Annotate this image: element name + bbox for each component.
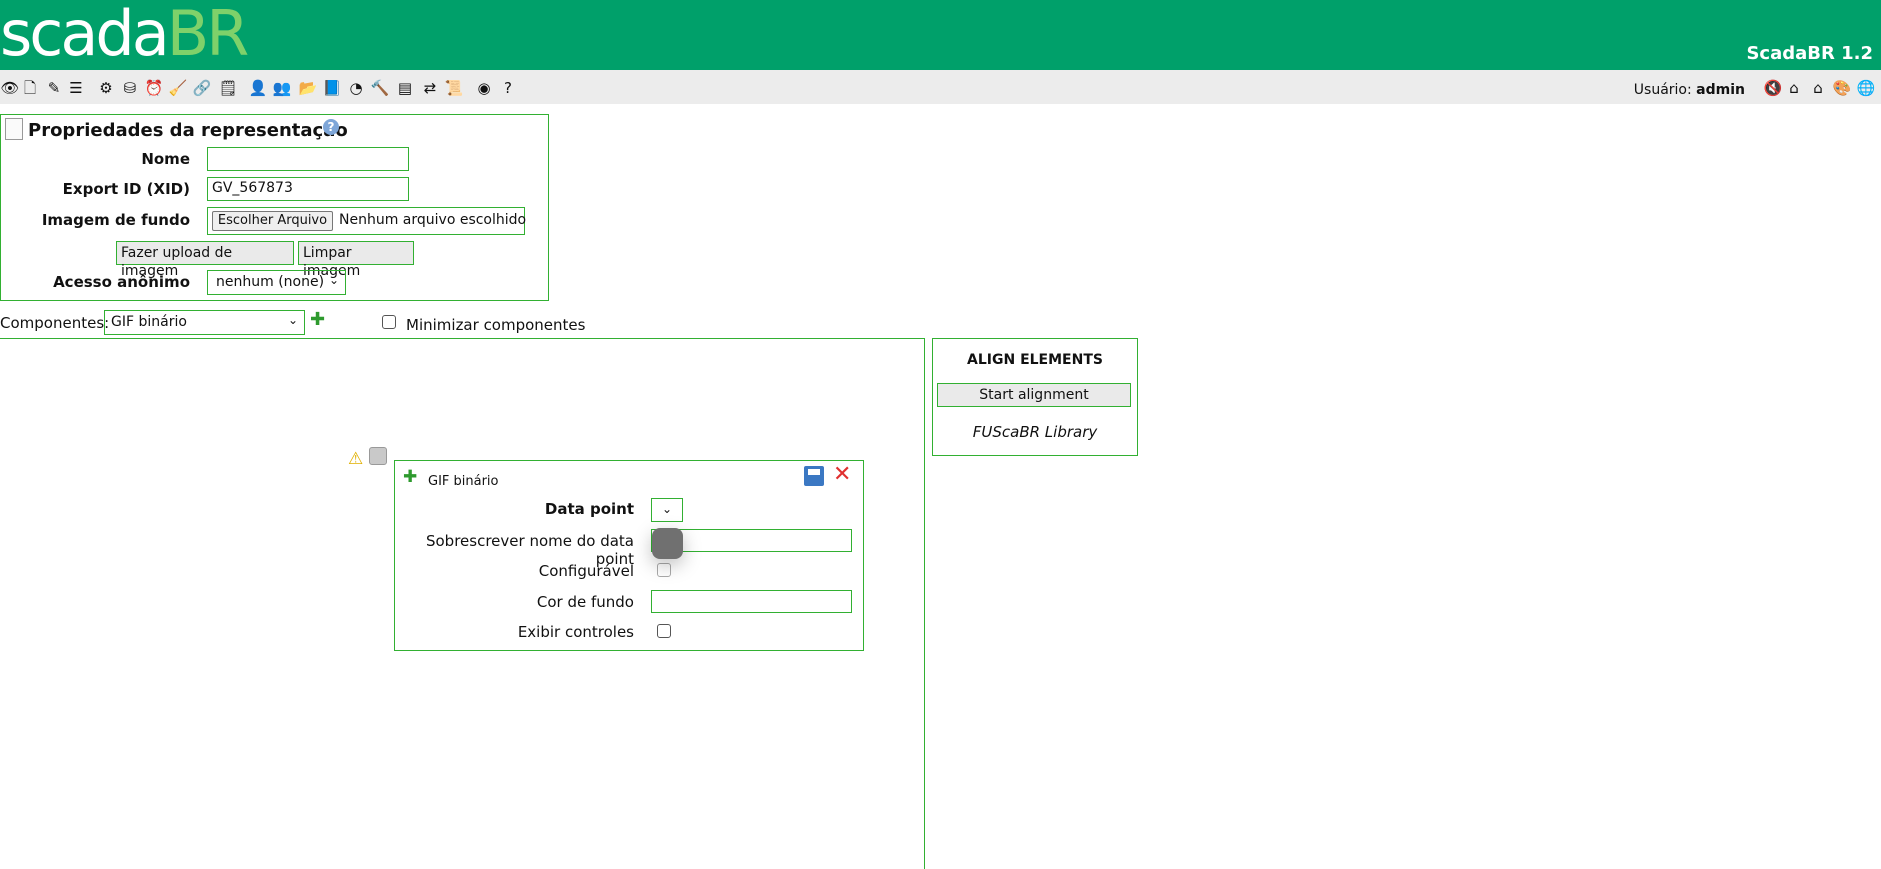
users-icon[interactable]: 👥 bbox=[272, 78, 292, 98]
data-point-select[interactable]: ⌄ bbox=[651, 498, 683, 522]
mute-icon[interactable]: 🔇 bbox=[1763, 78, 1783, 98]
tools-icon[interactable]: 🔨 bbox=[370, 78, 390, 98]
xid-input[interactable]: GV_567873 bbox=[207, 177, 409, 201]
chevron-down-icon: ⌄ bbox=[287, 313, 298, 327]
close-icon[interactable]: ✕ bbox=[833, 462, 851, 487]
tools-icon-glyph: 🔨 bbox=[370, 79, 390, 97]
notes-icon-glyph: ✎ bbox=[47, 79, 61, 97]
choose-file-button[interactable]: Escolher Arquivo bbox=[212, 211, 333, 231]
signal-icon-glyph: ◔ bbox=[349, 79, 363, 97]
minimize-components-checkbox[interactable] bbox=[382, 315, 396, 329]
clear-image-button[interactable]: Limpar imagem bbox=[298, 241, 414, 279]
fuscabr-library-link[interactable]: FUScaBR Library bbox=[932, 423, 1138, 441]
component-puzzle-icon: ✚ bbox=[403, 467, 418, 487]
save-icon[interactable] bbox=[804, 466, 824, 486]
no-file-chosen-text: Nenhum arquivo escolhido bbox=[339, 212, 527, 228]
mute-icon-glyph: 🔇 bbox=[1763, 79, 1783, 97]
minimize-components-label: Minimizar componentes bbox=[406, 316, 586, 334]
script-icon-glyph: 📜 bbox=[444, 79, 464, 97]
show-controls-label: Exibir controles bbox=[517, 623, 634, 641]
name-label: Nome bbox=[141, 150, 190, 168]
component-icon[interactable] bbox=[369, 447, 387, 465]
signal-icon[interactable]: ◔ bbox=[346, 78, 366, 98]
chevron-down-icon: ⌄ bbox=[661, 502, 673, 516]
help-icon-glyph: ? bbox=[504, 79, 512, 97]
notes-icon[interactable]: ✎ bbox=[44, 78, 64, 98]
link-icon-glyph: 🔗 bbox=[192, 79, 212, 97]
name-input[interactable] bbox=[207, 147, 409, 171]
script-icon[interactable]: 📜 bbox=[444, 78, 464, 98]
book-icon-glyph: 📘 bbox=[322, 79, 342, 97]
scadabr-logo: scadaBR bbox=[0, 0, 249, 70]
eye-icon-glyph: 👁 bbox=[0, 79, 20, 97]
align-elements-title: ALIGN ELEMENTS bbox=[967, 352, 1103, 368]
globe-icon[interactable]: 🌐 bbox=[1856, 78, 1876, 98]
clock-icon[interactable]: ⏰ bbox=[144, 78, 164, 98]
warning-icon: ⚠ bbox=[348, 449, 364, 469]
database-icon[interactable]: ⛁ bbox=[120, 78, 140, 98]
clock-icon-glyph: ⏰ bbox=[144, 79, 164, 97]
user-info: Usuário: admin bbox=[1633, 82, 1745, 98]
eye-icon[interactable]: 👁 bbox=[0, 78, 20, 98]
home-icon[interactable]: ⌂ bbox=[1784, 78, 1804, 98]
data-point-label: Data point bbox=[544, 500, 634, 518]
page-icon[interactable]: 🗋 bbox=[20, 78, 40, 98]
palette-icon-glyph: 🎨 bbox=[1832, 79, 1852, 97]
drag-handle[interactable] bbox=[652, 528, 683, 559]
stop-icon-glyph: ◉ bbox=[477, 79, 491, 97]
add-component-icon[interactable]: ✚ bbox=[310, 310, 330, 330]
help-icon[interactable]: ? bbox=[323, 119, 339, 135]
link-icon[interactable]: 🔗 bbox=[192, 78, 212, 98]
user-icon[interactable]: 👤 bbox=[248, 78, 268, 98]
globe-icon-glyph: 🌐 bbox=[1856, 79, 1876, 97]
folder-icon[interactable]: 📂 bbox=[298, 78, 318, 98]
start-alignment-button[interactable]: Start alignment bbox=[937, 383, 1131, 407]
list-icon[interactable]: ☰ bbox=[66, 78, 86, 98]
version-label: ScadaBR 1.2 bbox=[1746, 43, 1873, 64]
anonymous-access-select[interactable]: nenhum (none) ⌄ bbox=[207, 270, 346, 295]
background-image-label: Imagem de fundo bbox=[41, 211, 190, 229]
upload-image-button[interactable]: Fazer upload de imagem bbox=[116, 241, 294, 279]
import-export-icon-glyph: ⇄ bbox=[423, 79, 437, 97]
broom-icon-glyph: 🧹 bbox=[168, 79, 188, 97]
xid-label: Export ID (XID) bbox=[62, 180, 190, 198]
show-controls-checkbox[interactable] bbox=[657, 624, 671, 638]
configurable-label: Configurável bbox=[538, 562, 634, 580]
window-icon[interactable]: ▤ bbox=[395, 78, 415, 98]
window-icon-glyph: ▤ bbox=[397, 79, 413, 97]
properties-title: Propriedades da representação bbox=[28, 120, 348, 141]
home-set-icon[interactable]: ⌂ bbox=[1808, 78, 1828, 98]
editor-title: GIF binário bbox=[428, 474, 499, 489]
app-header bbox=[0, 0, 1881, 70]
report-icon-glyph: 🗒 bbox=[218, 79, 238, 97]
components-selected-value: GIF binário bbox=[111, 314, 187, 330]
gear-icon[interactable]: ⚙ bbox=[96, 78, 116, 98]
palette-icon[interactable]: 🎨 bbox=[1832, 78, 1852, 98]
anonymous-access-value: nenhum (none) bbox=[216, 274, 325, 290]
gear-icon-glyph: ⚙ bbox=[99, 79, 113, 97]
page-icon-glyph: 🗋 bbox=[23, 79, 37, 97]
anonymous-access-label: Acesso anônimo bbox=[53, 273, 190, 291]
components-select[interactable]: GIF binário ⌄ bbox=[104, 310, 305, 335]
stop-icon[interactable]: ◉ bbox=[474, 78, 494, 98]
home-set-icon-glyph: ⌂ bbox=[1813, 79, 1823, 97]
components-label: Componentes: bbox=[0, 314, 110, 332]
folder-icon-glyph: 📂 bbox=[298, 79, 318, 97]
configurable-checkbox[interactable] bbox=[657, 563, 671, 577]
chevron-down-icon: ⌄ bbox=[328, 273, 339, 287]
page-icon bbox=[5, 118, 23, 140]
book-icon[interactable]: 📘 bbox=[322, 78, 342, 98]
background-color-input[interactable] bbox=[651, 590, 852, 613]
database-icon-glyph: ⛁ bbox=[123, 79, 137, 97]
report-icon[interactable]: 🗒 bbox=[218, 78, 238, 98]
help-icon[interactable]: ? bbox=[498, 78, 518, 98]
list-icon-glyph: ☰ bbox=[69, 79, 83, 97]
broom-icon[interactable]: 🧹 bbox=[168, 78, 188, 98]
home-icon-glyph: ⌂ bbox=[1789, 79, 1799, 97]
import-export-icon[interactable]: ⇄ bbox=[420, 78, 440, 98]
users-icon-glyph: 👥 bbox=[272, 79, 292, 97]
user-icon-glyph: 👤 bbox=[248, 79, 268, 97]
background-color-label: Cor de fundo bbox=[536, 593, 634, 611]
